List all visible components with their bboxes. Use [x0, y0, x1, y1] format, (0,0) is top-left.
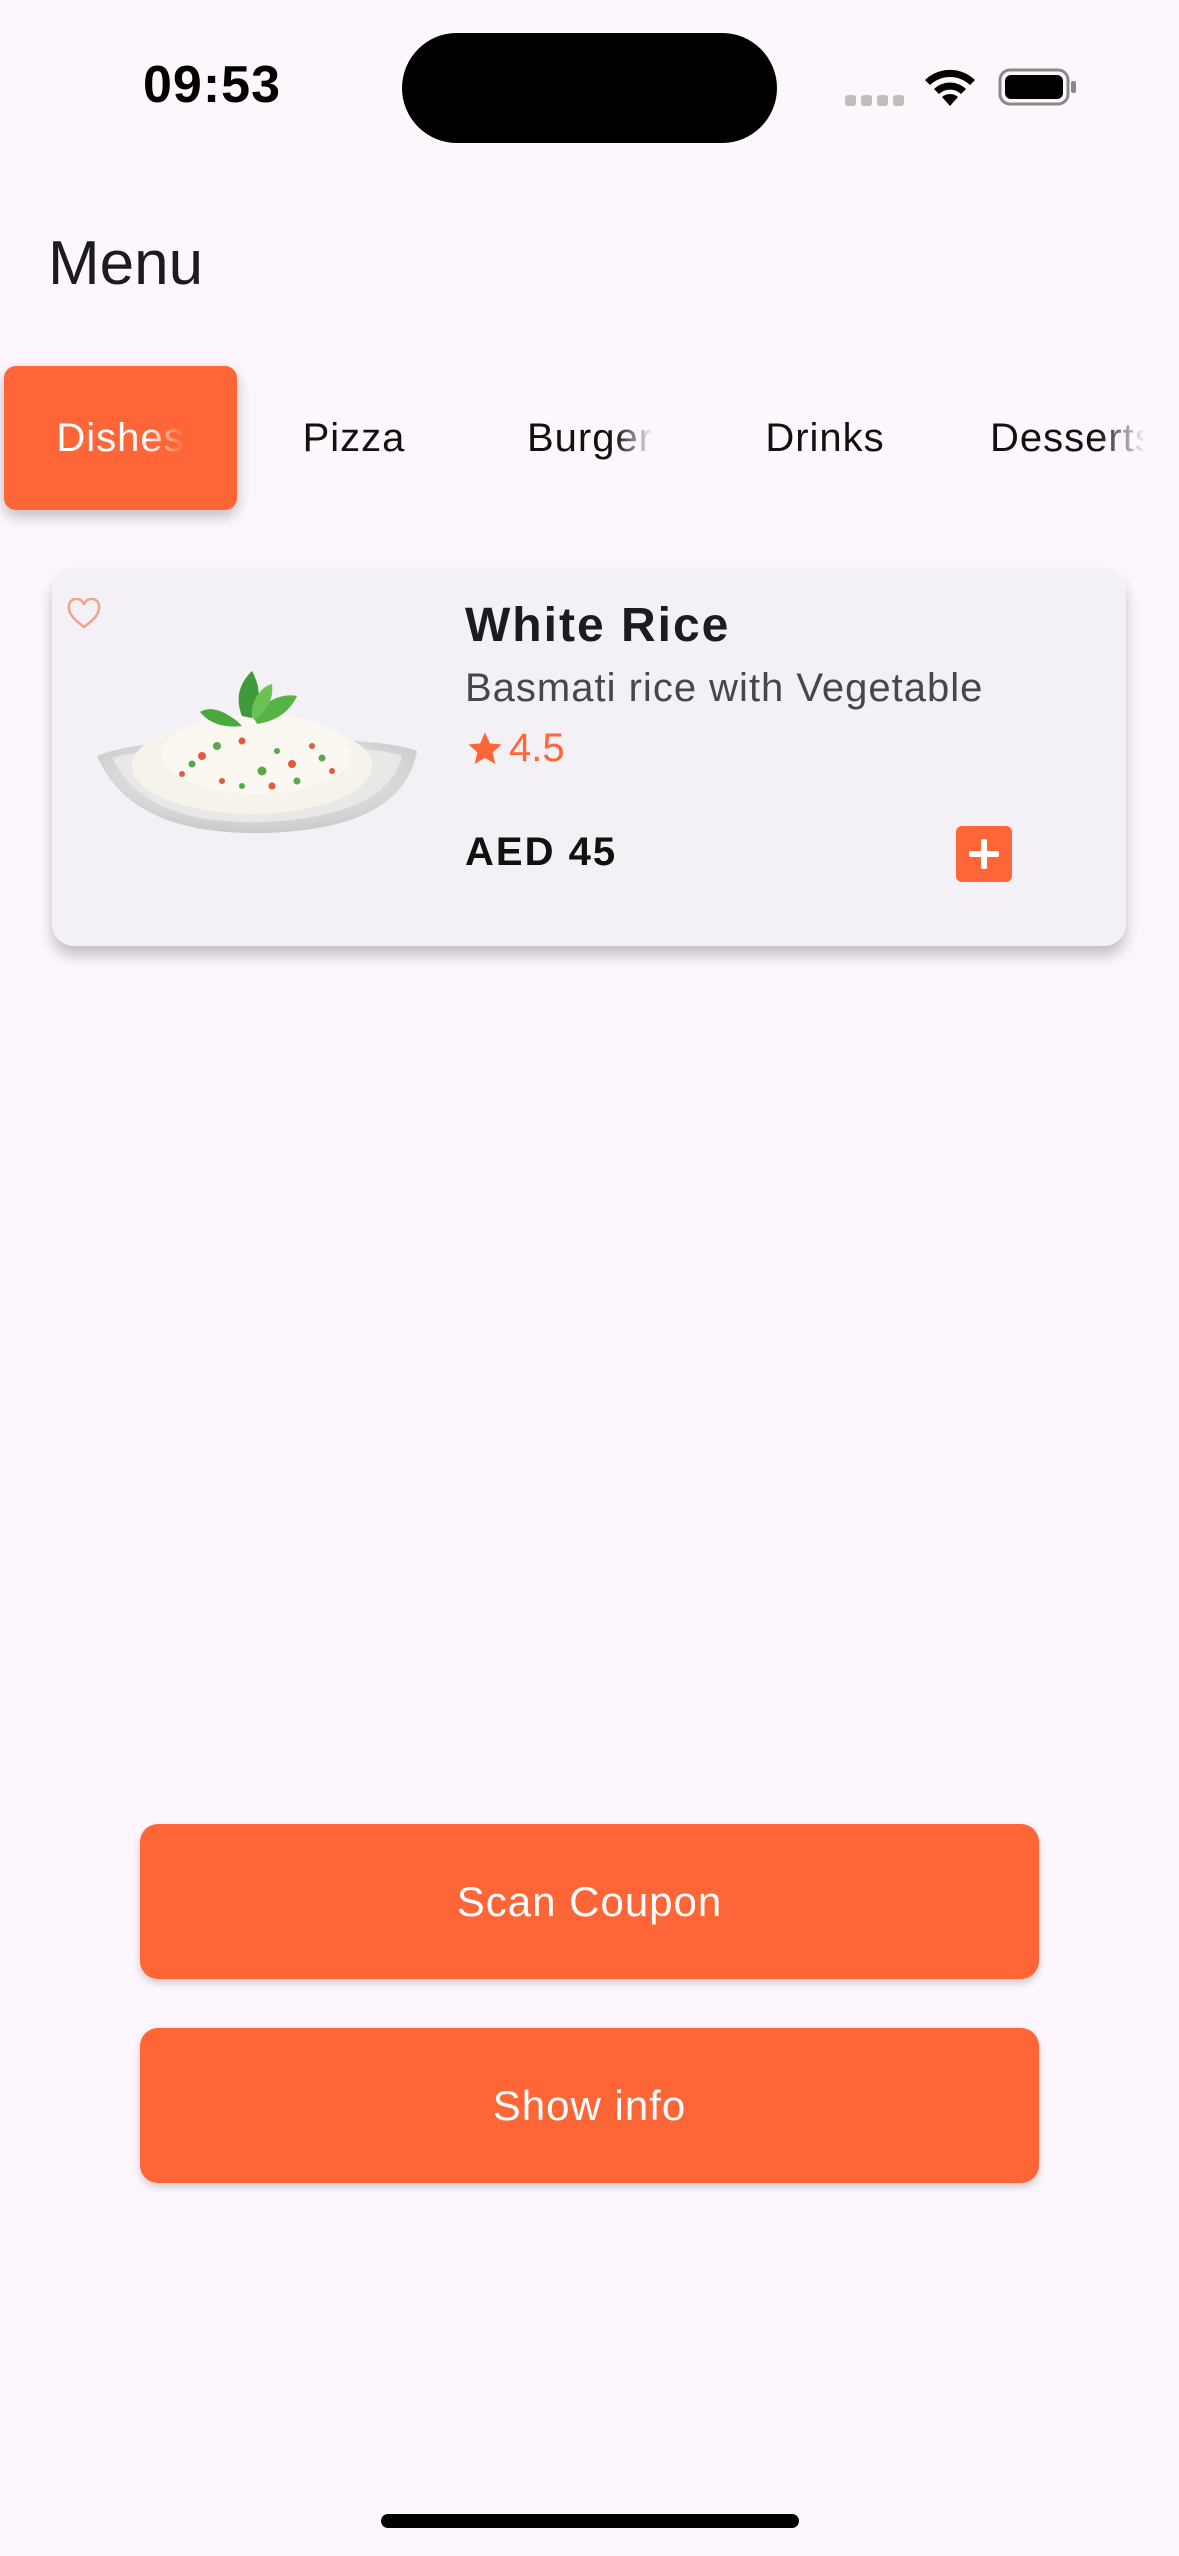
tab-pizza[interactable]: Pizza — [250, 366, 458, 510]
tab-burger[interactable]: Burger — [480, 366, 700, 510]
tab-drinks[interactable]: Drinks — [720, 366, 930, 510]
tab-label: Burger — [526, 415, 654, 460]
tab-desserts[interactable]: Desserts — [970, 366, 1179, 510]
white-rice-image — [97, 671, 417, 834]
dynamic-island — [402, 33, 777, 143]
home-indicator[interactable] — [381, 2514, 799, 2528]
tab-label: Dishes — [56, 415, 185, 460]
tab-dishes[interactable]: Dishes — [4, 366, 237, 510]
battery-icon — [998, 68, 1076, 106]
show-info-button[interactable]: Show info — [140, 2028, 1039, 2183]
item-rating: 4.5 — [465, 726, 565, 771]
rating-value: 4.5 — [509, 726, 565, 770]
item-description: Basmati rice with Vegetable — [465, 666, 984, 710]
tab-label: Pizza — [302, 415, 406, 460]
page-title: Menu — [48, 229, 204, 298]
status-bar: 09:53 — [0, 0, 1179, 170]
heart-outline-icon[interactable] — [66, 598, 102, 630]
item-name: White Rice — [465, 599, 731, 652]
tab-label: Desserts — [990, 415, 1145, 460]
tab-label: Drinks — [765, 415, 885, 460]
add-to-cart-button[interactable] — [956, 826, 1012, 882]
star-icon — [468, 731, 502, 764]
scan-coupon-button[interactable]: Scan Coupon — [140, 1824, 1039, 1979]
category-tabs: Dishes Pizza Burger Drinks Desserts — [0, 366, 1179, 510]
status-time: 09:53 — [143, 56, 281, 114]
menu-item-card[interactable]: White Rice Basmati rice with Vegetable 4… — [52, 568, 1126, 946]
item-price: AED 45 — [465, 830, 618, 874]
wifi-icon — [925, 69, 975, 106]
cellular-signal-icon — [845, 95, 905, 107]
